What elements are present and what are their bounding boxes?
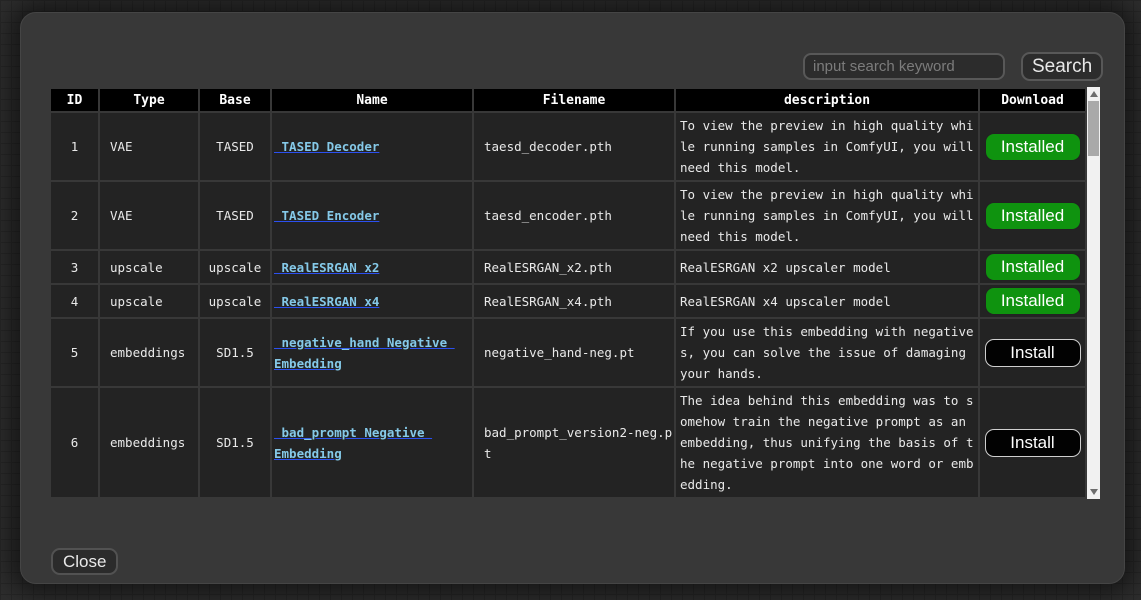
header-description: description xyxy=(675,88,979,112)
cell-description: To view the preview in high quality whil… xyxy=(675,112,979,181)
cell-download: Installed xyxy=(979,181,1086,250)
header-name: Name xyxy=(271,88,473,112)
cell-description: If you use this embedding with negatives… xyxy=(675,318,979,387)
cell-type: VAE xyxy=(99,181,199,250)
cell-base: TASED xyxy=(199,112,271,181)
cell-filename: RealESRGAN_x2.pth xyxy=(473,250,675,284)
cell-name: TASED Encoder xyxy=(271,181,473,250)
cell-description: To view the preview in high quality whil… xyxy=(675,181,979,250)
download-button[interactable]: Installed xyxy=(985,287,1081,315)
model-name-link[interactable]: TASED Decoder xyxy=(274,139,379,154)
scrollbar-thumb[interactable] xyxy=(1088,101,1099,156)
model-name-link[interactable]: RealESRGAN x2 xyxy=(274,260,379,275)
cell-download: Installed xyxy=(979,250,1086,284)
download-button[interactable]: Installed xyxy=(985,253,1081,281)
cell-name: RealESRGAN x4 xyxy=(271,284,473,318)
cell-filename: taesd_encoder.pth xyxy=(473,181,675,250)
table-row: 2 VAE TASED TASED Encoder taesd_encoder.… xyxy=(50,181,1086,250)
search-input[interactable] xyxy=(803,53,1005,80)
model-table-zone: ID Type Base Name Filename description D… xyxy=(49,87,1098,499)
download-button[interactable]: Installed xyxy=(985,133,1081,161)
cell-type: embeddings xyxy=(99,318,199,387)
cell-base: SD1.5 xyxy=(199,318,271,387)
close-button[interactable]: Close xyxy=(51,548,118,575)
cell-description: RealESRGAN x4 upscaler model xyxy=(675,284,979,318)
cell-filename: taesd_decoder.pth xyxy=(473,112,675,181)
model-manager-dialog: Search ID Type Base Name Filename descri… xyxy=(20,12,1125,584)
cell-description: The idea behind this embedding was to so… xyxy=(675,387,979,498)
cell-type: upscale xyxy=(99,284,199,318)
table-row: 4 upscale upscale RealESRGAN x4 RealESRG… xyxy=(50,284,1086,318)
search-button[interactable]: Search xyxy=(1021,52,1103,81)
header-id: ID xyxy=(50,88,99,112)
cell-filename: RealESRGAN_x4.pth xyxy=(473,284,675,318)
model-name-link[interactable]: negative_hand Negative Embedding xyxy=(274,335,455,371)
table-row: 5 embeddings SD1.5 negative_hand Negativ… xyxy=(50,318,1086,387)
cell-base: SD1.5 xyxy=(199,387,271,498)
cell-id: 3 xyxy=(50,250,99,284)
cell-base: upscale xyxy=(199,284,271,318)
cell-id: 6 xyxy=(50,387,99,498)
cell-id: 5 xyxy=(50,318,99,387)
cell-name: RealESRGAN x2 xyxy=(271,250,473,284)
scroll-down-icon[interactable] xyxy=(1087,485,1100,499)
download-button[interactable]: Install xyxy=(985,339,1081,367)
model-name-link[interactable]: RealESRGAN x4 xyxy=(274,294,379,309)
cell-filename: bad_prompt_version2-neg.pt xyxy=(473,387,675,498)
cell-name: TASED Decoder xyxy=(271,112,473,181)
model-name-link[interactable]: TASED Encoder xyxy=(274,208,379,223)
table-row: 6 embeddings SD1.5 bad_prompt Negative E… xyxy=(50,387,1086,498)
cell-type: upscale xyxy=(99,250,199,284)
cell-download: Install xyxy=(979,387,1086,498)
header-base: Base xyxy=(199,88,271,112)
cell-download: Installed xyxy=(979,284,1086,318)
cell-description: RealESRGAN x2 upscaler model xyxy=(675,250,979,284)
cell-download: Install xyxy=(979,318,1086,387)
cell-id: 4 xyxy=(50,284,99,318)
cell-filename: negative_hand-neg.pt xyxy=(473,318,675,387)
cell-download: Installed xyxy=(979,112,1086,181)
cell-name: bad_prompt Negative Embedding xyxy=(271,387,473,498)
download-button[interactable]: Install xyxy=(985,429,1081,457)
cell-name: negative_hand Negative Embedding xyxy=(271,318,473,387)
cell-id: 1 xyxy=(50,112,99,181)
cell-base: upscale xyxy=(199,250,271,284)
cell-id: 2 xyxy=(50,181,99,250)
table-header-row: ID Type Base Name Filename description D… xyxy=(50,88,1086,112)
model-table: ID Type Base Name Filename description D… xyxy=(49,87,1087,499)
table-row: 1 VAE TASED TASED Decoder taesd_decoder.… xyxy=(50,112,1086,181)
download-button[interactable]: Installed xyxy=(985,202,1081,230)
header-type: Type xyxy=(99,88,199,112)
cell-type: embeddings xyxy=(99,387,199,498)
cell-base: TASED xyxy=(199,181,271,250)
model-name-link[interactable]: bad_prompt Negative Embedding xyxy=(274,425,432,461)
scroll-up-icon[interactable] xyxy=(1087,87,1100,101)
cell-type: VAE xyxy=(99,112,199,181)
header-download: Download xyxy=(979,88,1086,112)
table-row: 3 upscale upscale RealESRGAN x2 RealESRG… xyxy=(50,250,1086,284)
header-filename: Filename xyxy=(473,88,675,112)
table-scrollbar[interactable] xyxy=(1087,87,1100,499)
